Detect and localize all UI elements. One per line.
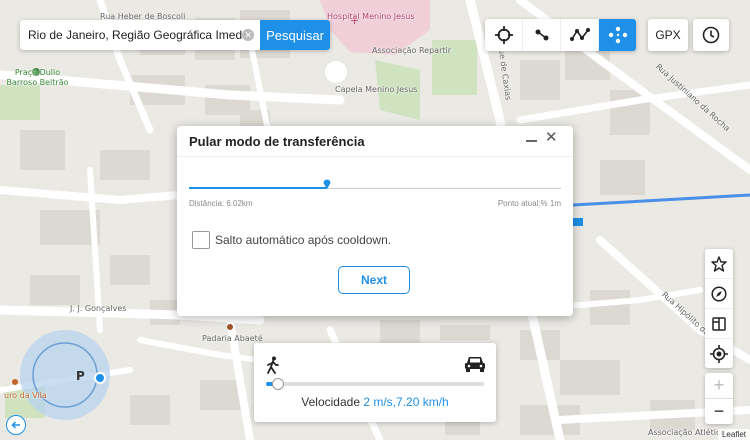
crosshair-icon[interactable] bbox=[485, 19, 523, 51]
gpx-button[interactable]: GPX bbox=[648, 19, 688, 51]
back-arrow-icon[interactable] bbox=[6, 415, 26, 435]
jump-progress-pin[interactable] bbox=[323, 179, 331, 189]
compass-icon[interactable] bbox=[705, 279, 733, 309]
current-point-text: Ponto atual:% 1m bbox=[497, 199, 561, 208]
map-attribution[interactable]: Leaflet bbox=[717, 429, 750, 440]
jump-teleport-icon[interactable] bbox=[599, 19, 636, 51]
speed-readout: Velocidade 2 m/s,7.20 km/h bbox=[254, 395, 496, 409]
speed-value: 2 m/s,7.20 km/h bbox=[363, 395, 449, 409]
dialog-divider bbox=[177, 156, 573, 157]
map-label-associacao: Associação Repartir bbox=[372, 46, 452, 55]
car-icon[interactable] bbox=[464, 355, 486, 373]
dialog-title: Pular modo de transferência bbox=[189, 134, 365, 149]
auto-jump-checkbox[interactable] bbox=[192, 231, 210, 249]
speed-panel: Velocidade 2 m/s,7.20 km/h bbox=[254, 343, 496, 422]
minimize-icon[interactable] bbox=[525, 130, 539, 148]
two-spot-route-icon[interactable] bbox=[523, 19, 561, 51]
auto-jump-label: Salto automático após cooldown. bbox=[215, 233, 392, 247]
map-label-capela: Capela Menino Jesus bbox=[335, 85, 418, 94]
next-button[interactable]: Next bbox=[338, 266, 410, 294]
speed-slider-thumb[interactable] bbox=[271, 378, 284, 390]
map-label-padaria: Padaria Abaeté bbox=[202, 334, 263, 343]
clock-icon[interactable] bbox=[693, 19, 729, 51]
location-marker-letter: P bbox=[76, 369, 85, 383]
side-toolbar bbox=[705, 249, 733, 368]
map-label-atletica: Associação Atlética bbox=[648, 428, 726, 437]
jump-progress-fill bbox=[189, 187, 327, 189]
mode-toolbar bbox=[485, 19, 636, 51]
zoom-out-button[interactable]: − bbox=[705, 399, 733, 424]
jump-mode-dialog: Pular modo de transferência ✕ Distância:… bbox=[177, 126, 573, 316]
search-input[interactable] bbox=[20, 21, 243, 49]
star-icon[interactable] bbox=[705, 249, 733, 279]
multi-spot-route-icon[interactable] bbox=[561, 19, 599, 51]
distance-text: Distância: 6.02km bbox=[189, 199, 253, 208]
map-label-vila: uro da Vila bbox=[4, 391, 47, 400]
walk-icon[interactable] bbox=[266, 356, 280, 374]
speed-slider-track[interactable] bbox=[266, 382, 484, 386]
clear-search-icon[interactable]: ✕ bbox=[242, 29, 255, 41]
search-button[interactable]: Pesquisar bbox=[260, 20, 330, 50]
map-book-icon[interactable] bbox=[705, 309, 733, 339]
locate-icon[interactable] bbox=[705, 339, 733, 368]
zoom-control: + − bbox=[705, 373, 733, 424]
map-label-jj: J. J. Gonçalves bbox=[70, 304, 127, 313]
speed-label: Velocidade bbox=[301, 395, 360, 409]
search-bar: ✕ Pesquisar bbox=[20, 20, 330, 50]
map-label-hospital: Hospital Menino Jesus bbox=[327, 12, 415, 21]
close-icon[interactable]: ✕ bbox=[545, 129, 558, 147]
zoom-in-button[interactable]: + bbox=[705, 373, 733, 399]
map-label-praca: Praça Dulio Barroso Beltrão bbox=[6, 68, 69, 87]
